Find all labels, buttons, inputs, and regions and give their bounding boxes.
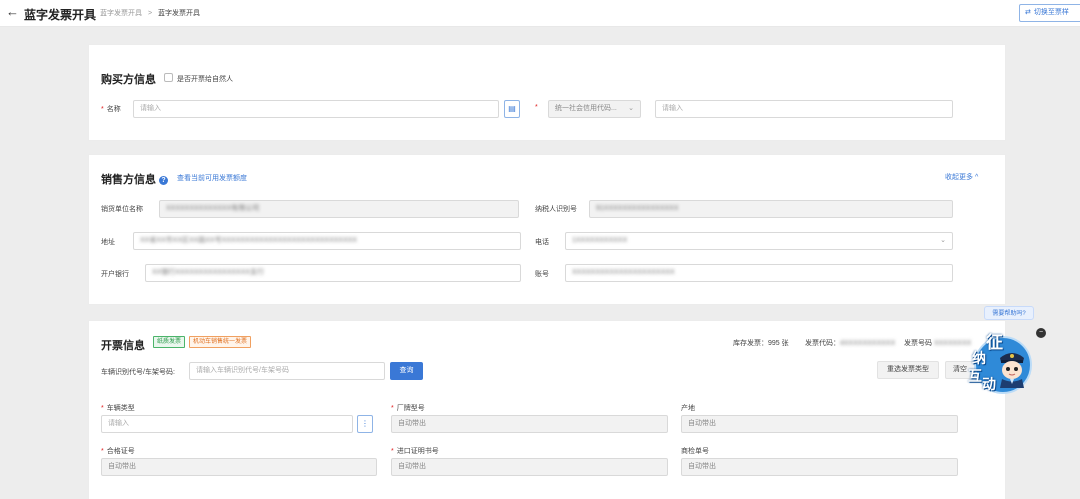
officer-mascot-icon xyxy=(1000,353,1024,388)
chevron-down-icon: ⌄ xyxy=(628,105,634,112)
paper-invoice-tag: 纸质发票 xyxy=(153,336,186,348)
swap-icon: ⇄ xyxy=(1025,9,1031,16)
invoice-info-card: 开票信息 纸质发票 机动车销售统一发票 库存发票：995 张 发票代码：4XXX… xyxy=(88,320,1006,499)
seller-phone-select[interactable]: 1XXXXXXXXXXX ⌄ xyxy=(565,232,953,250)
seller-account-input[interactable]: XXXXXXXXXXXXXXXXXXXXXX xyxy=(565,264,953,282)
seller-bank-label: 开户银行 xyxy=(101,271,129,278)
vehicle-type-label: * 车辆类型 xyxy=(101,405,135,412)
assistant-char-3: 互 xyxy=(968,369,982,385)
breadcrumb-item-parent[interactable]: 蓝字发票开具 xyxy=(100,10,142,17)
buyer-title: 购买方信息 xyxy=(101,74,156,86)
stock-count: 库存发票：995 张 xyxy=(733,340,789,347)
switch-label: 切换至票样 xyxy=(1033,9,1069,16)
switch-to-sample-button[interactable]: ⇄ 切换至票样 xyxy=(1019,4,1080,22)
view-quota-link[interactable]: 查看当前可用发票额度 xyxy=(177,173,247,183)
origin-field: 自动带出 xyxy=(681,415,958,433)
seller-account-label: 账号 xyxy=(535,271,549,278)
back-arrow-icon[interactable]: ← xyxy=(6,4,19,19)
seller-info-card: 销售方信息? 查看当前可用发票额度 收起更多 ^ 销货单位名称 XXXXXXXX… xyxy=(88,154,1006,305)
vin-input[interactable]: 请输入车辆识别代号/车架号码 xyxy=(189,362,385,380)
buyer-taxid-input[interactable]: 请输入 xyxy=(655,100,953,118)
assistant-widget[interactable]: 征 纳 互 动 xyxy=(964,330,1040,394)
top-bar: ← 蓝字发票开具 蓝字发票开具 > 蓝字发票开具 ⇄ 切换至票样 xyxy=(0,0,1080,27)
taxid-required-mark: * xyxy=(535,104,538,111)
required-mark: * xyxy=(391,405,394,412)
seller-address-input[interactable]: XX省XX市XX区XX路XX号XXXXXXXXXXXXXXXXXXXXXXXXX… xyxy=(133,232,521,250)
buyer-name-label: * 名称 xyxy=(101,106,121,113)
query-button[interactable]: 查询 xyxy=(390,362,423,380)
required-mark: * xyxy=(101,448,104,455)
vehicle-type-input[interactable]: 请输入 xyxy=(101,415,353,433)
invoice-code: 发票代码：4XXXXXXXXXXX xyxy=(805,340,896,347)
seller-address-label: 地址 xyxy=(101,239,115,246)
collapse-more-link[interactable]: 收起更多 ^ xyxy=(945,172,978,182)
required-mark: * xyxy=(101,106,104,113)
required-mark: * xyxy=(391,448,394,455)
breadcrumb-separator: > xyxy=(147,10,153,17)
natural-person-checkbox[interactable] xyxy=(164,73,173,82)
help-circle-icon[interactable]: ? xyxy=(159,176,168,185)
seller-bank-input[interactable]: XX银行XXXXXXXXXXXXXXXX支行 xyxy=(145,264,521,282)
taxid-type-select[interactable]: 统一社会信用代码... ⌄ xyxy=(548,100,641,118)
seller-taxid-label: 纳税人识别号 xyxy=(535,206,577,213)
invoice-number: 发票号码 XXXXXXXX xyxy=(904,340,972,347)
import-cert-label: * 进口证明书号 xyxy=(391,448,439,455)
inspection-field: 自动带出 xyxy=(681,458,958,476)
natural-person-label: 是否开票给自然人 xyxy=(177,76,233,83)
buyer-name-input[interactable]: 请输入 xyxy=(133,100,499,118)
certificate-label: * 合格证号 xyxy=(101,448,135,455)
brand-model-field: 自动带出 xyxy=(391,415,668,433)
seller-title: 销售方信息? xyxy=(101,171,168,187)
seller-taxid-field: 91XXXXXXXXXXXXXXXX xyxy=(589,200,953,218)
invoice-info-title: 开票信息 xyxy=(101,340,145,352)
address-book-icon[interactable]: ▤ xyxy=(504,100,520,118)
required-mark: * xyxy=(101,405,104,412)
vehicle-invoice-tag: 机动车销售统一发票 xyxy=(189,336,252,348)
seller-phone-label: 电话 xyxy=(535,239,549,246)
assistant-char-2: 纳 xyxy=(972,351,986,367)
more-options-icon[interactable]: ⋮ xyxy=(357,415,373,433)
chevron-up-icon: ^ xyxy=(974,174,979,181)
close-icon[interactable]: − xyxy=(1036,328,1046,338)
vin-label: 车辆识别代号/车架号码: xyxy=(101,369,175,376)
seller-name-label: 销货单位名称 xyxy=(101,206,143,213)
breadcrumb: 蓝字发票开具 > 蓝字发票开具 xyxy=(100,8,200,18)
brand-model-label: * 厂牌型号 xyxy=(391,405,425,412)
assistant-tip-bubble[interactable]: 需要帮助吗? xyxy=(984,306,1034,320)
buyer-info-card: 购买方信息 是否开票给自然人 * 名称 请输入 ▤ * 统一社会信用代码... ⌄ … xyxy=(88,44,1006,141)
page-title: 蓝字发票开具 xyxy=(24,8,97,22)
assistant-char-4: 动 xyxy=(982,377,996,393)
reselect-invoice-type-button[interactable]: 重选发票类型 xyxy=(877,361,939,379)
import-cert-field: 自动带出 xyxy=(391,458,668,476)
breadcrumb-item-current: 蓝字发票开具 xyxy=(158,10,200,17)
inspection-label: 商检单号 xyxy=(681,448,709,455)
origin-label: 产地 xyxy=(681,405,695,412)
chevron-down-icon: ⌄ xyxy=(940,237,946,244)
seller-name-field: XXXXXXXXXXXXXX有限公司 xyxy=(159,200,519,218)
certificate-field: 自动带出 xyxy=(101,458,377,476)
